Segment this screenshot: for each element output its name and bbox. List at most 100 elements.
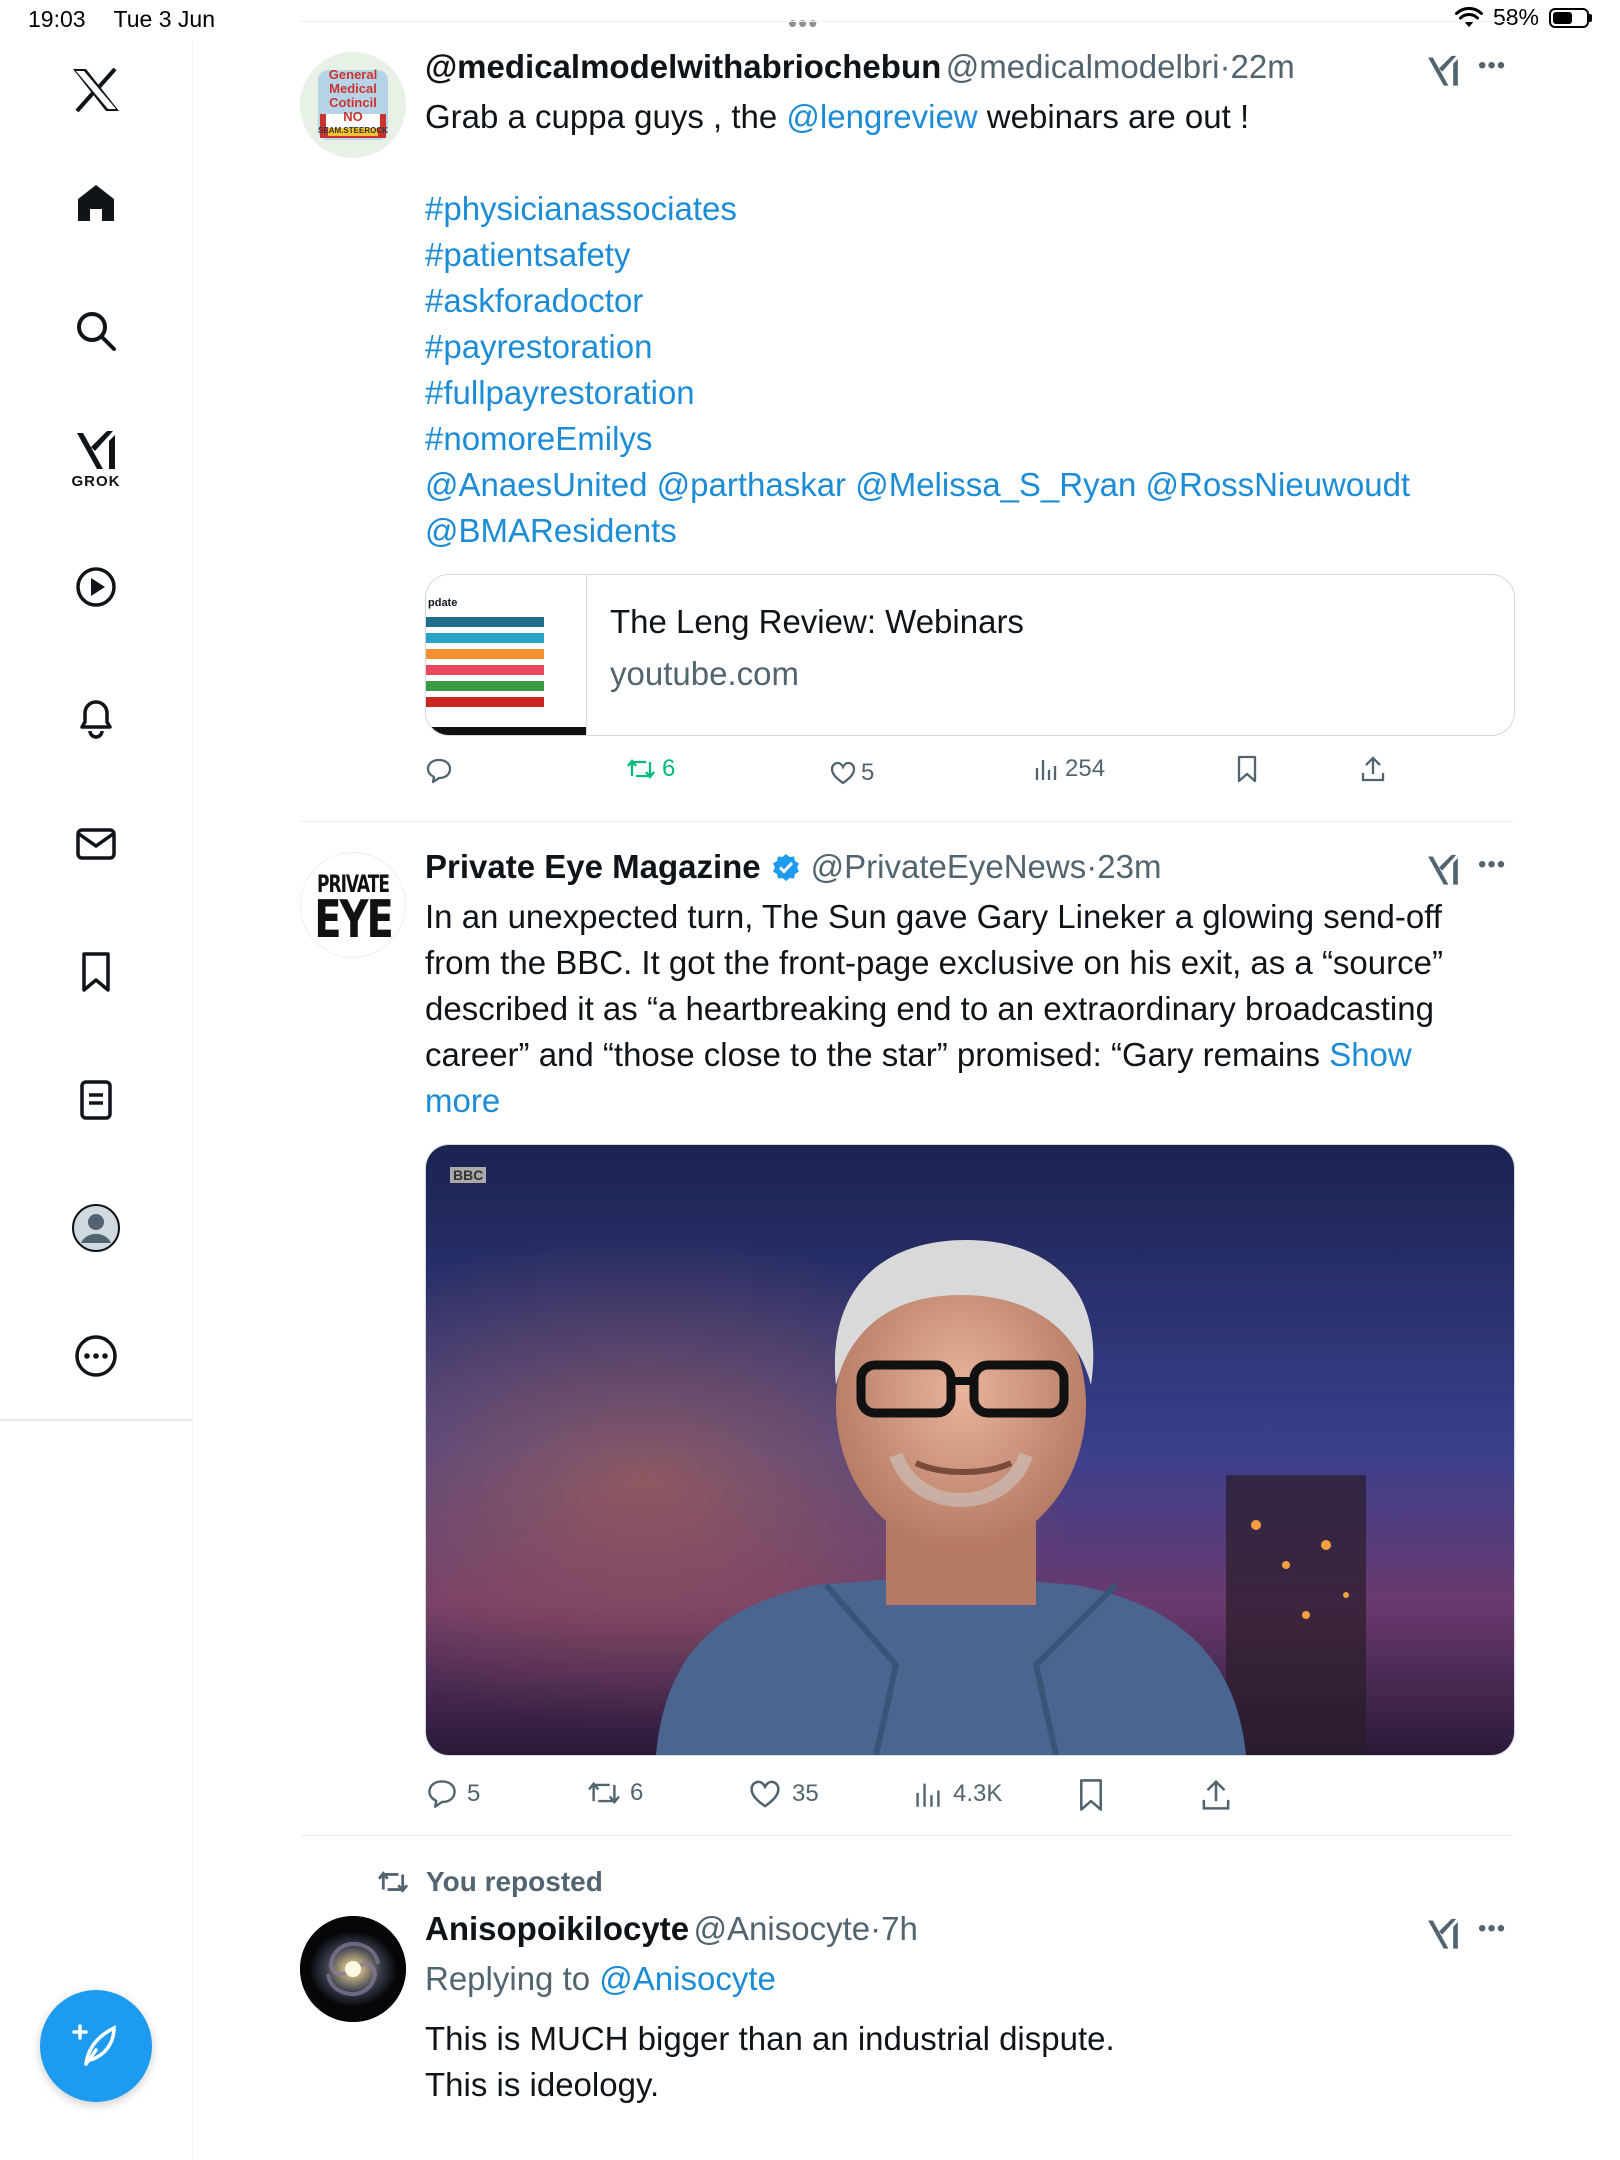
list-icon[interactable] <box>56 1060 136 1140</box>
grok-label: GROK <box>71 472 121 490</box>
show-more-link[interactable]: Show <box>1329 1036 1412 1073</box>
tweet-body: Grab a cuppa guys , the @lengreview webi… <box>425 94 1515 554</box>
avatar-text: General <box>328 67 378 82</box>
tweet-body: In an unexpected turn, The Sun gave Gary… <box>425 894 1520 1124</box>
mentions-link[interactable]: @BMAResidents <box>425 508 1515 554</box>
retweet-button[interactable]: 6 <box>626 755 675 783</box>
battery-percent: 58% <box>1492 4 1539 30</box>
more-icon[interactable] <box>56 1316 136 1396</box>
reply-count: 5 <box>467 1780 481 1807</box>
grok-explain-icon[interactable] <box>1425 52 1461 93</box>
tweet-sep: · <box>1219 48 1231 85</box>
tweet-more-icon[interactable]: ••• <box>1478 52 1506 80</box>
tweet-author-name[interactable]: Private Eye Magazine <box>425 848 761 886</box>
avatar-text: Cotincil <box>329 95 377 110</box>
mentions-link[interactable]: @AnaesUnited @parthaskar @Melissa_S_Ryan… <box>425 462 1515 508</box>
repost-indicator[interactable]: You reposted <box>376 1866 603 1898</box>
tweet-avatar[interactable]: General Medical Cotincil NO SEAM.STEEROC… <box>300 52 406 158</box>
tweet-more-icon[interactable]: ••• <box>1478 851 1506 879</box>
avatar-text: EYE <box>314 890 394 950</box>
battery-icon <box>1549 7 1589 28</box>
bookmark-icon <box>1237 755 1257 783</box>
reply-button[interactable] <box>425 757 461 785</box>
x-logo-icon[interactable] <box>56 50 136 130</box>
bell-icon[interactable] <box>56 676 136 756</box>
reply-icon <box>426 758 452 784</box>
hashtag-link[interactable]: #fullpayrestoration <box>425 370 1515 416</box>
tweet-text: career” and “those close to the star” pr… <box>425 1036 1330 1073</box>
tweet-author-handle[interactable]: @medicalmodelbri <box>946 48 1220 85</box>
play-icon[interactable] <box>56 547 136 627</box>
hashtag-link[interactable]: #patientsafety <box>425 232 1515 278</box>
tweet-media-image[interactable]: BBC <box>425 1144 1515 1756</box>
heart-icon <box>830 761 856 785</box>
like-button[interactable]: 5 <box>829 759 874 787</box>
tweet-author-handle[interactable]: @Anisocyte <box>694 1910 871 1947</box>
reply-button[interactable]: 5 <box>425 1778 480 1810</box>
replying-to-link[interactable]: @Anisocyte <box>599 1960 776 1997</box>
retweet-icon <box>377 1871 409 1893</box>
views-count: 254 <box>1065 755 1106 782</box>
compose-icon <box>72 2024 116 2066</box>
tweet-more-icon[interactable]: ••• <box>1478 1915 1506 1943</box>
card-title: The Leng Review: Webinars <box>610 603 1024 640</box>
hashtag-link[interactable]: #payrestoration <box>425 324 1515 370</box>
tweet-author-name[interactable]: @medicalmodelwithabriochebun <box>425 48 941 85</box>
status-bar-right: 58% <box>1454 4 1592 31</box>
hashtag-link[interactable]: #nomoreEmilys <box>425 416 1515 462</box>
hashtag-link[interactable]: #physicianassociates <box>425 186 1515 232</box>
bbc-watermark: BBC <box>450 1167 487 1183</box>
tweet-header: @medicalmodelwithabriochebun @medicalmod… <box>425 48 1295 86</box>
reposted-label: You reposted <box>426 1866 603 1897</box>
show-more-link[interactable]: more <box>425 1078 1520 1124</box>
mention-link[interactable]: @lengreview <box>786 98 977 135</box>
tweet-time[interactable]: 23m <box>1097 848 1161 886</box>
retweet-button[interactable]: 6 <box>586 1778 643 1808</box>
tweet-text: In an unexpected turn, The Sun gave Gary… <box>425 898 1442 935</box>
tweet-divider <box>300 821 1515 822</box>
mail-icon[interactable] <box>56 804 136 884</box>
verified-badge-icon <box>772 854 799 881</box>
tweet-author-handle[interactable]: @PrivateEyeNews <box>811 848 1087 886</box>
avatar-text: NO <box>343 109 363 124</box>
studio-photo <box>426 1145 1514 1755</box>
home-icon[interactable] <box>56 163 136 243</box>
tweet-avatar[interactable]: PRIVATE EYE <box>300 852 406 958</box>
tweet-sep: · <box>870 1910 882 1947</box>
reply-icon <box>428 1780 456 1808</box>
share-button[interactable] <box>1200 1778 1232 1817</box>
retweet-icon <box>627 759 655 779</box>
views-button[interactable]: 4.3K <box>913 1778 1002 1810</box>
tweet-time[interactable]: 7h <box>881 1910 918 1947</box>
link-card[interactable]: pdate The Leng Review: Webinars youtube.… <box>425 574 1515 736</box>
avatar-icon[interactable] <box>56 1188 136 1268</box>
compose-button[interactable] <box>40 1990 152 2102</box>
retweet-icon <box>588 1781 620 1805</box>
multitask-dots-icon[interactable]: ••• <box>788 8 818 39</box>
like-count: 35 <box>792 1780 819 1807</box>
share-icon <box>1361 756 1385 782</box>
tweet-avatar[interactable] <box>300 1916 406 2022</box>
bookmark-button[interactable] <box>1076 1778 1106 1817</box>
grok-icon[interactable]: GROK <box>56 418 136 498</box>
hashtag-link[interactable]: #askforadoctor <box>425 278 1515 324</box>
bookmark-icon <box>1080 1779 1102 1811</box>
tweet-header: Private Eye Magazine @PrivateEyeNews · 23m <box>425 848 1161 886</box>
tweet-author-name[interactable]: Anisopoikilocyte <box>425 1910 689 1947</box>
tweet-sep: · <box>1086 848 1098 885</box>
bookmark-icon[interactable] <box>56 932 136 1012</box>
status-time: 19:03 <box>28 6 86 32</box>
grok-explain-icon[interactable] <box>1425 851 1461 892</box>
sidebar-divider <box>0 1419 192 1421</box>
avatar-text: Medical <box>329 81 377 96</box>
status-bar-left: 19:03 Tue 3 Jun <box>28 6 237 33</box>
search-icon[interactable] <box>56 291 136 371</box>
like-button[interactable]: 35 <box>748 1778 819 1810</box>
bookmark-button[interactable] <box>1235 755 1259 788</box>
views-button[interactable]: 254 <box>1033 755 1105 783</box>
share-button[interactable] <box>1360 755 1386 788</box>
tweet-time[interactable]: 22m <box>1230 48 1294 85</box>
avatar-text: SEAM.STEEROCK <box>318 126 388 135</box>
tweet-header: Anisopoikilocyte @Anisocyte·7h <box>425 1910 918 1948</box>
grok-explain-icon[interactable] <box>1425 1915 1461 1956</box>
